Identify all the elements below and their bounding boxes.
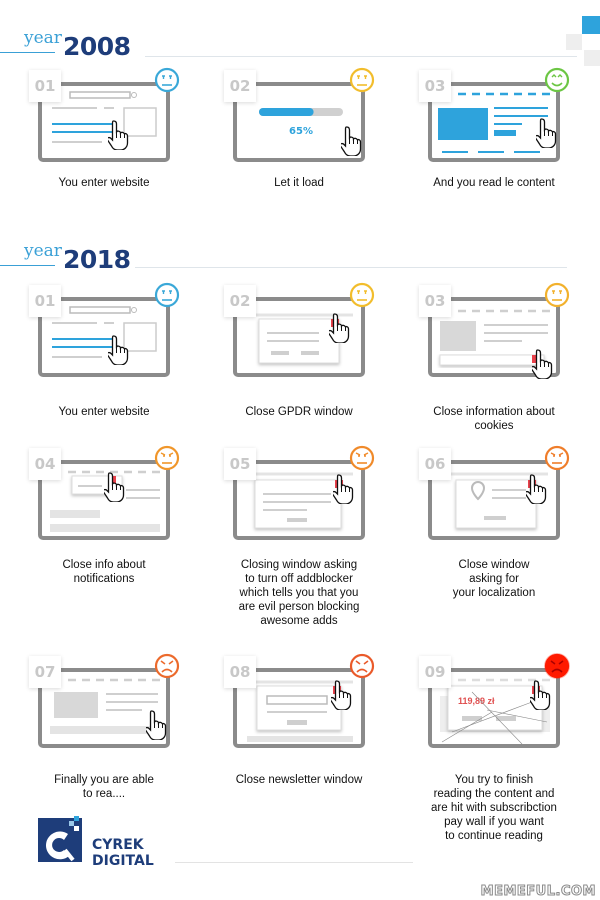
hand-cursor-icon	[108, 120, 129, 150]
step-card-2018-01: 01	[29, 282, 180, 389]
cyrek-digital-logo	[38, 816, 82, 862]
step-card-2018-09: 09 119,89 zł	[419, 653, 570, 760]
hand-cursor-icon	[108, 335, 129, 365]
step-card-2018-03: 03	[419, 282, 570, 389]
divider	[135, 267, 567, 268]
price-text: 119,89 zł	[458, 696, 495, 706]
neutral-face-icon	[349, 67, 375, 93]
step-card-2008-03: 03	[419, 67, 570, 174]
corner-decoration	[582, 16, 600, 34]
angry-face-icon	[349, 653, 375, 679]
divider	[0, 52, 55, 53]
hand-cursor-icon	[532, 349, 553, 379]
furious-face-icon	[544, 653, 570, 679]
step-caption: Let it load	[274, 177, 324, 189]
step-caption: You enter website	[58, 406, 150, 418]
logo-line-2: DIGITAL	[92, 853, 154, 869]
angry-face-icon	[154, 653, 180, 679]
step-caption: Finally you are able to rea....	[54, 774, 154, 800]
step-number: 02	[224, 70, 256, 102]
neutral-face-icon	[349, 282, 375, 308]
annoyed-face-icon	[544, 445, 570, 471]
step-caption: And you read le content	[433, 177, 555, 189]
step-caption: Close window asking for your localizatio…	[452, 559, 536, 599]
annoyed-face-icon	[154, 445, 180, 471]
step-caption: You try to finish reading the content an…	[431, 774, 557, 842]
hand-cursor-icon	[146, 710, 167, 740]
step-card-2018-05: 05	[224, 445, 375, 552]
step-number: 09	[419, 656, 451, 688]
step-card-2018-08: 08	[224, 653, 375, 760]
step-caption: Close info about notifications	[62, 559, 146, 585]
progress-label: 65%	[289, 126, 313, 137]
step-card-2008-02: 02 65%	[224, 67, 375, 174]
hand-cursor-icon	[104, 472, 125, 502]
year-number: 2018	[63, 245, 131, 274]
hand-cursor-icon	[341, 126, 362, 156]
corner-decoration	[584, 50, 600, 66]
step-card-2018-06: 06	[419, 445, 570, 552]
year-header-2018: year 2018	[0, 241, 567, 277]
divider	[175, 862, 413, 863]
hand-cursor-icon	[329, 313, 350, 343]
hand-cursor-icon	[146, 710, 167, 740]
hand-cursor-icon	[530, 680, 551, 710]
hand-cursor-icon	[331, 680, 352, 710]
step-number: 06	[419, 448, 451, 480]
year-header-2008: year 2008	[0, 28, 577, 64]
year-word: year	[24, 28, 62, 48]
step-number: 02	[224, 285, 256, 317]
hand-cursor-icon	[329, 313, 350, 343]
step-number: 05	[224, 448, 256, 480]
hand-cursor-icon	[331, 680, 352, 710]
step-number: 03	[419, 70, 451, 102]
hand-cursor-icon	[530, 680, 551, 710]
step-number: 07	[29, 656, 61, 688]
step-card-2018-04: 04	[29, 445, 180, 552]
happy-face-icon	[544, 67, 570, 93]
step-caption: Closing window asking to turn off addblo…	[238, 559, 360, 627]
step-number: 04	[29, 448, 61, 480]
step-number: 01	[29, 285, 61, 317]
neutral-face-icon	[544, 282, 570, 308]
year-number: 2008	[63, 32, 131, 61]
neutral-face-icon	[154, 67, 180, 93]
watermark: MEMEFUL.COM	[480, 884, 596, 900]
year-word: year	[24, 241, 62, 261]
step-card-2018-07: 07	[29, 653, 180, 760]
hand-cursor-icon	[333, 474, 354, 504]
logo-line-1: CYREK	[92, 837, 144, 853]
step-number: 03	[419, 285, 451, 317]
logo-text: CYREK DIGITAL	[92, 837, 154, 869]
step-caption: Close GPDR window	[245, 406, 353, 418]
step-number: 01	[29, 70, 61, 102]
divider	[145, 56, 577, 57]
step-caption: You enter website	[58, 177, 150, 189]
hand-cursor-icon	[341, 126, 362, 156]
step-number: 08	[224, 656, 256, 688]
hand-cursor-icon	[526, 474, 547, 504]
annoyed-face-icon	[349, 445, 375, 471]
hand-cursor-icon	[333, 474, 354, 504]
hand-cursor-icon	[104, 472, 125, 502]
hand-cursor-icon	[108, 120, 129, 150]
step-caption: Close newsletter window	[235, 774, 363, 786]
hand-cursor-icon	[526, 474, 547, 504]
neutral-face-icon	[154, 282, 180, 308]
step-card-2008-01: 01	[29, 67, 180, 174]
divider	[0, 265, 55, 266]
step-caption: Close information about cookies	[433, 406, 555, 432]
hand-cursor-icon	[536, 118, 557, 148]
hand-cursor-icon	[536, 118, 557, 148]
step-card-2018-02: 02	[224, 282, 375, 389]
hand-cursor-icon	[108, 335, 129, 365]
hand-cursor-icon	[532, 349, 553, 379]
corner-decoration	[566, 34, 582, 50]
